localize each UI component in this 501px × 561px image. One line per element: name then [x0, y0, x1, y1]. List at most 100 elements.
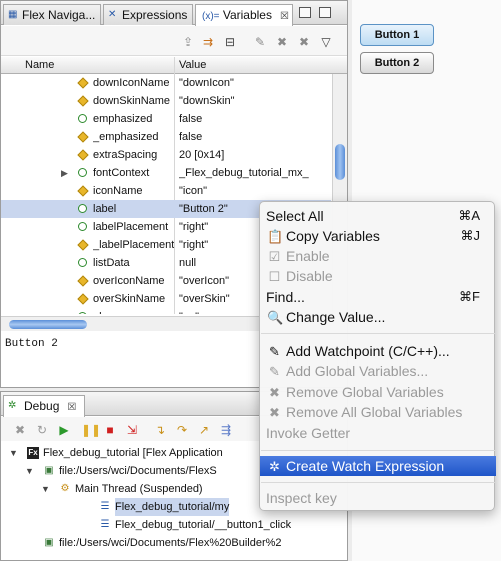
change-value-icon: 🔍	[267, 310, 284, 325]
context-menu: Select All ⌘A 📋 Copy Variables ⌘J ☑ Enab…	[259, 201, 496, 511]
button-2[interactable]: Button 2	[360, 52, 434, 74]
table-row[interactable]: iconName "icon"	[1, 182, 331, 200]
menu-item-remove-global-variables: ✖ Remove Global Variables	[260, 382, 496, 402]
menu-item-select-all[interactable]: Select All ⌘A	[260, 206, 496, 226]
menu-item-find[interactable]: Find... ⌘F	[260, 287, 496, 307]
table-row[interactable]: extraSpacing 20 [0x14]	[1, 146, 331, 164]
thread-icon: ⚙	[60, 483, 70, 494]
checkbox-checked-icon: ☑	[268, 249, 281, 264]
menu-item-inspect-key: Inspect key	[266, 490, 337, 506]
table-row[interactable]: downIconName "downIcon"	[1, 74, 331, 92]
collapse-all-icon[interactable]: ⊟	[223, 35, 237, 49]
variables-icon: (x)=	[202, 11, 220, 22]
variable-name: overSkinName	[93, 293, 166, 305]
variable-value: "icon"	[179, 185, 207, 197]
tree-item-label: Flex_debug_tutorial/my	[115, 498, 230, 516]
field-icon	[77, 239, 89, 251]
field-icon	[77, 131, 89, 143]
tab-flex-navigator[interactable]: ▦ Flex Naviga...	[3, 4, 101, 25]
drop-to-frame-icon[interactable]: ⇶	[219, 423, 233, 437]
variable-name: extraSpacing	[93, 149, 158, 161]
value-column-header[interactable]: Value	[179, 59, 206, 71]
table-row[interactable]: downSkinName "downSkin"	[1, 92, 331, 110]
menu-item-copy-variables[interactable]: 📋 Copy Variables ⌘J	[260, 226, 496, 246]
step-return-icon[interactable]: ↗	[197, 423, 211, 437]
application-icon: ▣	[44, 465, 54, 476]
button-1[interactable]: Button 1	[360, 24, 434, 46]
getter-icon	[78, 168, 87, 177]
tree-item-label: file:/Users/wci/Documents/FlexS	[59, 465, 217, 477]
close-icon[interactable]: ☒	[280, 11, 289, 22]
detail-pane: Button 2	[5, 338, 58, 350]
tab-expressions[interactable]: ✕ Expressions	[103, 4, 193, 25]
variable-name: _labelPlacement	[93, 239, 174, 251]
checkbox-icon: ☐	[268, 269, 281, 284]
variable-name: label	[93, 203, 117, 215]
application-icon: ▣	[44, 537, 54, 548]
add-watchpoint-icon[interactable]: ✎	[253, 35, 267, 49]
table-row[interactable]: _emphasized false	[1, 128, 331, 146]
remove-all-icon[interactable]: ✖	[297, 35, 311, 49]
getter-icon	[78, 114, 87, 123]
minimize-icon[interactable]	[299, 7, 311, 18]
menu-item-disable: ☐ Disable	[268, 268, 333, 284]
name-column-header[interactable]: Name	[25, 59, 54, 71]
stack-frame-icon: ☰	[100, 519, 110, 530]
variable-name: fontContext	[93, 167, 150, 179]
field-icon	[77, 275, 89, 287]
tab-debug[interactable]: ✲ Debug ☒	[3, 395, 85, 417]
tree-item-label: Flex_debug_tutorial [Flex Application	[43, 447, 223, 459]
disconnect-icon[interactable]: ⇲	[125, 423, 139, 437]
relaunch-icon[interactable]: ↻	[35, 423, 49, 437]
expand-triangle-icon[interactable]: ▶	[61, 164, 68, 182]
copy-icon: 📋	[267, 229, 284, 244]
variable-value: "downIcon"	[179, 77, 234, 89]
menu-item-invoke-getter: Invoke Getter	[266, 425, 351, 441]
vertical-scroll-thumb[interactable]	[335, 144, 345, 180]
maximize-icon[interactable]	[319, 7, 331, 18]
menu-item-change-value[interactable]: 🔍 Change Value...	[260, 307, 496, 327]
getter-icon	[78, 312, 87, 314]
getter-icon	[78, 258, 87, 267]
tree-toggle-icon[interactable]: ▼	[41, 480, 50, 498]
table-row[interactable]: emphasized false	[1, 110, 331, 128]
horizontal-scroll-thumb[interactable]	[9, 320, 87, 329]
tab-variables[interactable]: (x)= Variables ☒	[195, 4, 293, 26]
variable-value: _Flex_debug_tutorial_mx_	[179, 167, 309, 179]
variable-name: listData	[93, 257, 130, 269]
tree-toggle-icon[interactable]: ▼	[25, 462, 34, 480]
flex-app-icon: Fx	[27, 447, 39, 459]
navigator-icon: ▦	[8, 9, 18, 20]
show-logical-structure-icon[interactable]: ⇉	[201, 35, 215, 49]
variable-value: 20 [0x14]	[179, 149, 225, 161]
variables-toolbar: ⇪ ⇉ ⊟ ✎ ✖ ✖ ▽	[1, 26, 347, 56]
field-icon	[77, 95, 89, 107]
variables-tabbar: ▦ Flex Naviga... ✕ Expressions (x)= Vari…	[1, 1, 347, 26]
show-type-names-icon[interactable]: ⇪	[181, 35, 195, 49]
watch-expression-icon: ✲	[269, 459, 280, 474]
menu-item-create-watch-expression[interactable]: ✲ Create Watch Expression	[260, 456, 496, 476]
close-icon[interactable]: ☒	[67, 402, 76, 413]
expressions-icon: ✕	[108, 9, 117, 20]
menu-item-add-global-variables: ✎ Add Global Variables...	[260, 361, 496, 381]
step-into-icon[interactable]: ↴	[153, 423, 167, 437]
suspend-icon[interactable]: ❚❚	[81, 423, 101, 437]
getter-icon	[78, 222, 87, 231]
remove-icon[interactable]: ✖	[275, 35, 289, 49]
menu-item-enable: ☑ Enable	[268, 248, 330, 264]
terminate-icon[interactable]: ■	[103, 423, 117, 437]
step-over-icon[interactable]: ↷	[175, 423, 189, 437]
menu-item-remove-all-global-variables: ✖ Remove All Global Variables	[260, 402, 496, 422]
remove-terminated-icon[interactable]: ✖	[13, 423, 27, 437]
getter-icon	[78, 204, 87, 213]
table-row[interactable]: ▶ fontContext _Flex_debug_tutorial_mx_	[1, 164, 331, 182]
tree-item-label: file:/Users/wci/Documents/Flex%20Builder…	[59, 537, 282, 549]
view-menu-icon[interactable]: ▽	[319, 35, 333, 49]
menu-item-add-watchpoint[interactable]: ✎ Add Watchpoint (C/C++)...	[260, 341, 496, 361]
resume-icon[interactable]: ▶	[57, 423, 71, 437]
field-icon	[77, 149, 89, 161]
tree-item-label: Main Thread (Suspended)	[75, 483, 203, 495]
tree-toggle-icon[interactable]: ▼	[9, 444, 18, 462]
menu-separator	[261, 482, 495, 483]
field-icon	[77, 77, 89, 89]
